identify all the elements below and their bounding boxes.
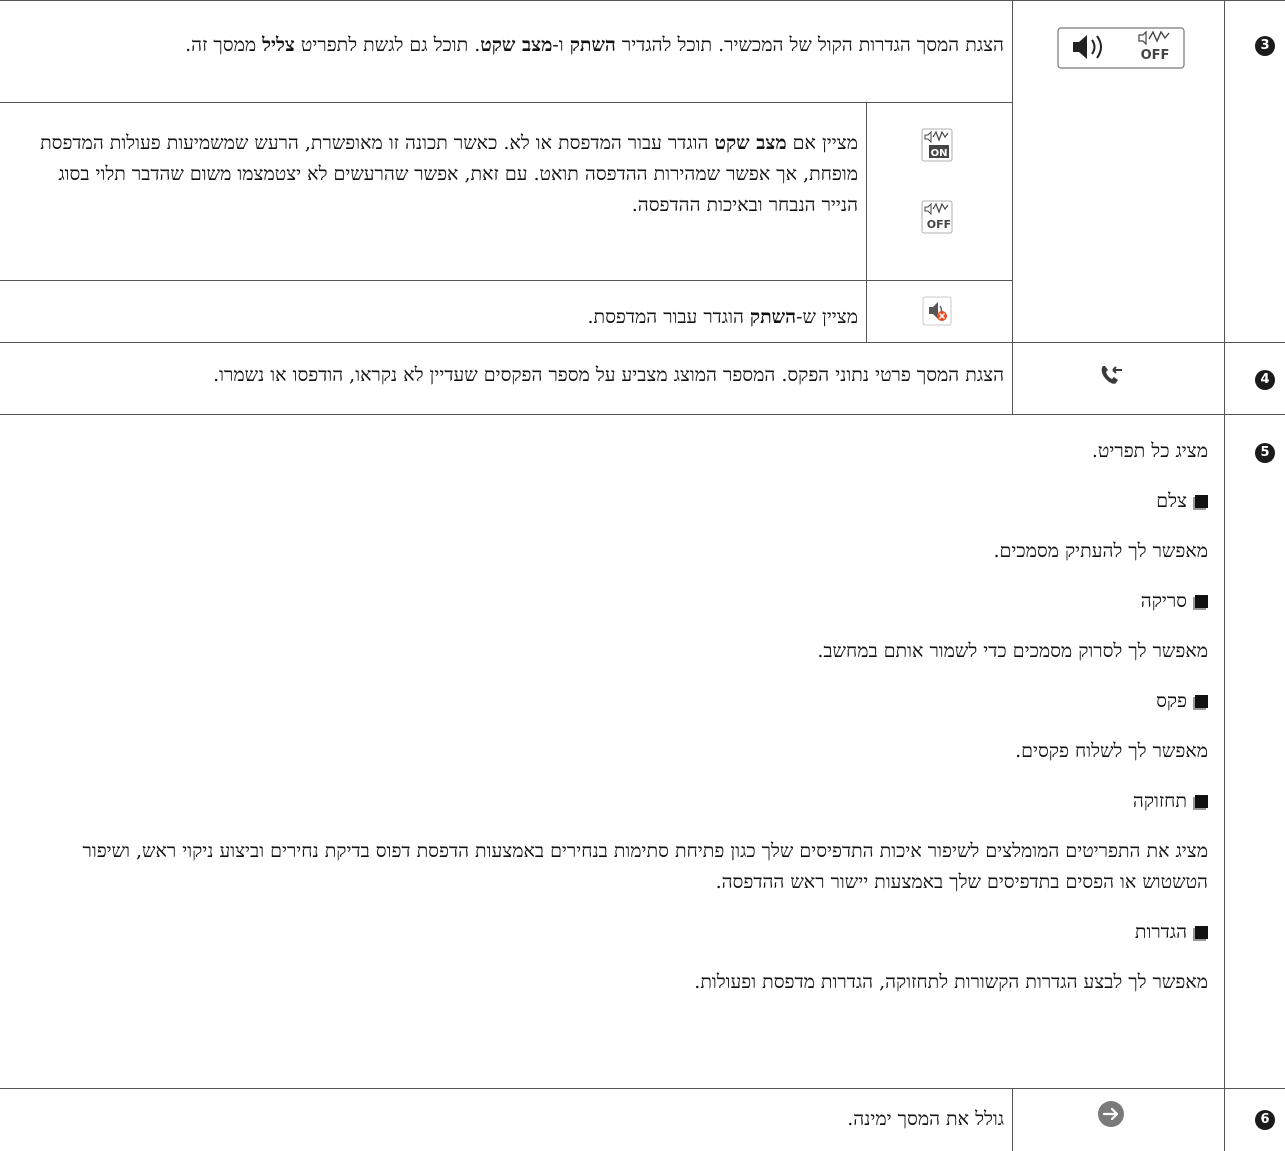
- menu-item-copy: צלם: [22, 486, 1208, 517]
- menu-list: מציג כל תפריט. צלם מאפשר לך להעתיק מסמכי…: [22, 436, 1208, 998]
- rule: [1012, 1088, 1013, 1151]
- row-number-badge: 6: [1255, 1110, 1275, 1130]
- checkbox-bullet-icon: [1195, 595, 1208, 608]
- rule: [0, 1088, 1285, 1089]
- quiet-mode-on-icon: ON: [921, 128, 953, 162]
- fax-data-icon: [1097, 361, 1125, 389]
- quiet-mode-off-icon: OFF: [921, 200, 953, 234]
- checkbox-bullet-icon: [1195, 695, 1208, 708]
- rule: [0, 102, 1012, 103]
- menu-item-maintenance-desc: מציג את התפריטים המומלצים לשיפור איכות ה…: [82, 840, 1208, 893]
- menu-item-scan: סריקה: [22, 586, 1208, 617]
- checkbox-bullet-icon: [1195, 795, 1208, 808]
- svg-text:OFF: OFF: [1141, 48, 1170, 63]
- rule: [1012, 0, 1013, 414]
- svg-text:OFF: OFF: [927, 218, 951, 231]
- menu-item-maintenance: תחזוקה: [22, 786, 1208, 817]
- fax-data-description: הצגת המסך פרטי נתוני הפקס. המספר המוצג מ…: [213, 364, 1004, 386]
- checkbox-bullet-icon: [1195, 926, 1208, 939]
- menu-item-settings: הגדרות: [22, 917, 1208, 948]
- mute-description: מציין ש-השתק הוגדר עבור המדפסת.: [587, 306, 858, 328]
- row-number-badge: 3: [1255, 36, 1275, 56]
- scroll-right-arrow-icon: [1097, 1100, 1125, 1128]
- row-number-badge: 5: [1255, 443, 1275, 463]
- row-number-badge: 4: [1255, 370, 1275, 390]
- rule: [1224, 0, 1225, 1151]
- checkbox-bullet-icon: [1195, 495, 1208, 508]
- mute-icon: [922, 296, 952, 326]
- menu-item-fax: פקס: [22, 686, 1208, 717]
- quiet-mode-description: מציין אם מצב שקט הוגדר עבור המדפסת או לא…: [40, 132, 858, 216]
- menu-item-settings-desc: מאפשר לך לבצע הגדרות הקשורות לתחזוקה, הג…: [694, 971, 1208, 993]
- volume-and-quiet-mode-icons: OFF: [1057, 27, 1187, 69]
- rule: [866, 102, 867, 342]
- menu-item-scan-desc: מאפשר לך לסרוק מסמכים כדי לשמור אותם במח…: [817, 640, 1208, 662]
- menu-intro: מציג כל תפריט.: [1091, 440, 1208, 462]
- row-3-description: הצגת המסך הגדרות הקול של המכשיר. תוכל לה…: [185, 34, 1004, 56]
- scroll-right-description: גולל את המסך ימינה.: [847, 1108, 1004, 1130]
- rule: [0, 0, 1285, 1]
- svg-text:ON: ON: [931, 148, 948, 159]
- rule: [0, 280, 1012, 281]
- rule: [0, 342, 1285, 343]
- menu-item-fax-desc: מאפשר לך לשלוח פקסים.: [1015, 740, 1208, 762]
- menu-item-copy-desc: מאפשר לך להעתיק מסמכים.: [993, 540, 1208, 562]
- rule: [0, 414, 1285, 415]
